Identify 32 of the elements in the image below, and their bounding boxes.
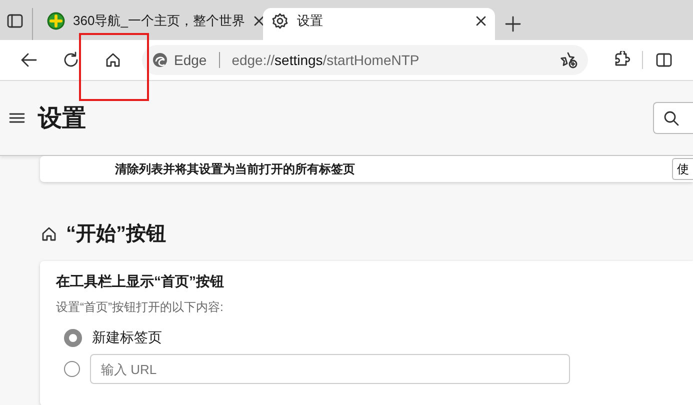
close-icon[interactable] <box>475 15 487 27</box>
tab-title: 设置 <box>297 12 324 30</box>
search-field[interactable] <box>653 102 693 134</box>
setting-title: 在工具栏上显示“首页”按钮 <box>56 273 225 291</box>
tab-title: 360导航_一个主页，整个世界 <box>73 12 245 30</box>
browser-logo-icon <box>152 52 168 68</box>
option-label: 新建标签页 <box>92 329 162 347</box>
radio-button[interactable] <box>64 329 82 347</box>
address-bar[interactable]: Edge edge://settings/startHomeNTP <box>142 45 588 75</box>
url-input-field[interactable]: 输入 URL <box>90 354 570 384</box>
back-icon[interactable] <box>20 51 38 69</box>
highlight-frame <box>79 33 149 101</box>
new-tab-icon[interactable] <box>505 16 521 32</box>
setting-text: 清除列表并将其设置为当前打开的所有标签页 <box>115 160 355 178</box>
split-screen-icon[interactable] <box>655 51 673 69</box>
page-title: 设置 <box>38 104 86 134</box>
refresh-icon[interactable] <box>62 51 80 69</box>
home-icon[interactable] <box>104 51 122 69</box>
section-title: “开始”按钮 <box>66 222 166 247</box>
site-logo-icon <box>47 12 65 30</box>
setting-description: 设置“首页”按钮打开的以下内容: <box>56 299 224 316</box>
browser-tab[interactable]: 360导航_一个主页，整个世界 <box>39 8 263 40</box>
home-icon <box>40 224 58 242</box>
radio-button[interactable] <box>64 361 80 377</box>
search-icon <box>663 110 679 126</box>
browser-tab[interactable]: 设置 <box>263 8 495 40</box>
close-icon[interactable] <box>252 15 265 27</box>
site-label: Edge <box>174 52 207 68</box>
url-text: edge://settings/startHomeNTP <box>232 52 420 68</box>
use-button[interactable]: 使 <box>672 158 693 180</box>
settings-icon <box>271 12 289 30</box>
tab-actions-icon[interactable] <box>6 12 24 30</box>
